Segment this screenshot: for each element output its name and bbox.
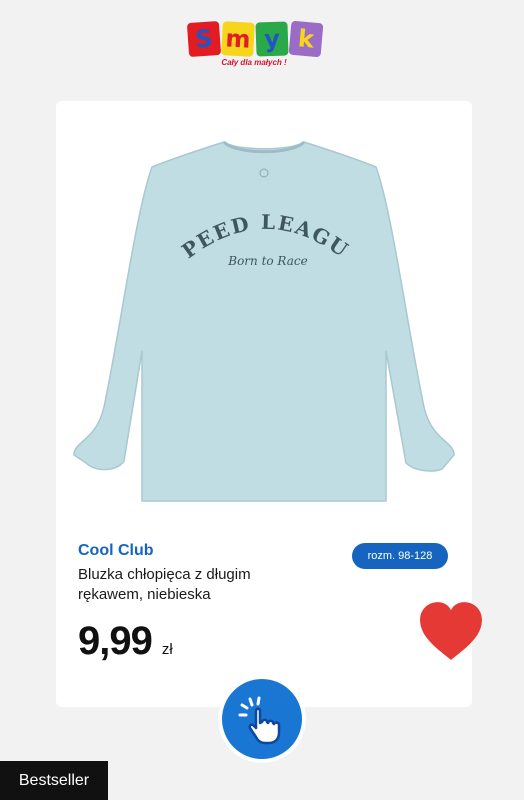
tap-button-circle[interactable] xyxy=(222,679,302,759)
logo-tile-4: k xyxy=(288,20,324,58)
tap-button[interactable] xyxy=(218,675,306,763)
size-badge: rozm. 98-128 xyxy=(352,543,448,569)
heart-icon[interactable] xyxy=(418,600,484,662)
print-line-2: Born to Race xyxy=(227,254,307,268)
logo-tile-1: S xyxy=(186,20,222,58)
tap-hand-icon xyxy=(238,696,281,745)
product-price: 9,99 zł xyxy=(78,619,173,664)
bestseller-badge: Bestseller xyxy=(0,761,108,800)
logo-tile-2: m xyxy=(221,21,255,57)
logo-tile-3: y xyxy=(255,21,289,57)
smyk-logo: S m y k Cały dla małych ! xyxy=(186,20,334,72)
price-amount: 9,99 xyxy=(78,619,153,663)
product-title[interactable]: Bluzka chłopięca z długim rękawem, niebi… xyxy=(78,565,318,605)
logo-slogan: Cały dla małych ! xyxy=(221,58,287,67)
price-currency: zł xyxy=(161,641,173,658)
brand-name[interactable]: Cool Club xyxy=(78,542,154,560)
long-sleeve-tshirt-image: SPEED LEAGUE Born to Race xyxy=(56,101,455,502)
product-card[interactable]: SPEED LEAGUE Born to Race Cool Club rozm… xyxy=(56,101,472,707)
